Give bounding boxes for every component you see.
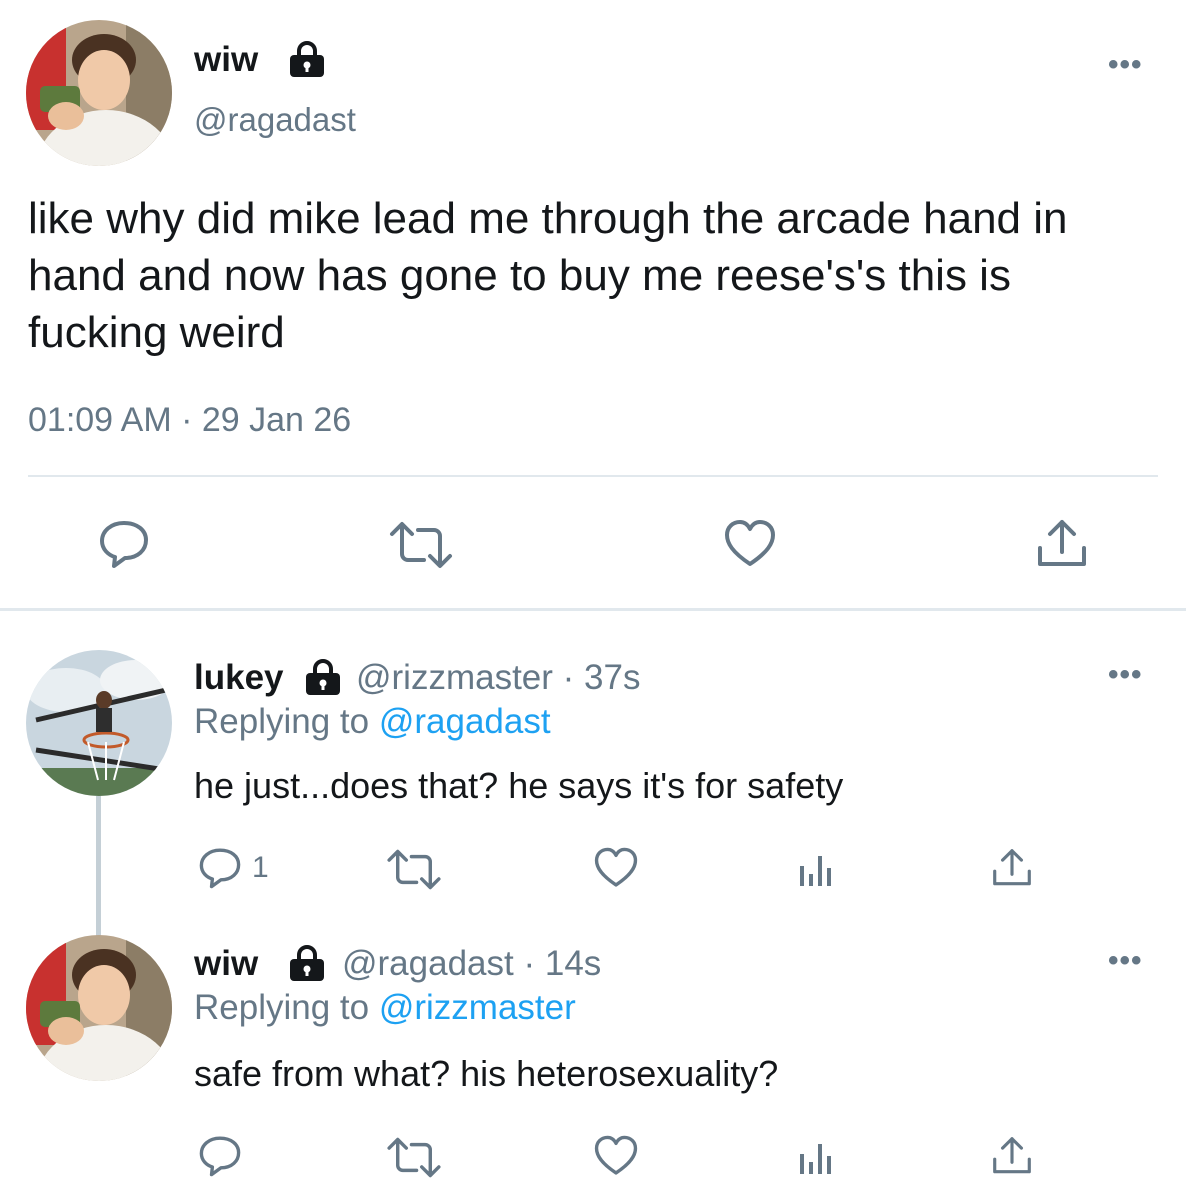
lock-icon [287,945,327,983]
time-ago[interactable]: · 14s [523,944,601,983]
reply-count: 1 [252,851,269,884]
reply-icon[interactable] [196,1134,244,1178]
lock-icon [303,659,343,697]
time-ago[interactable]: · 37s [563,658,641,697]
timestamp[interactable]: 01:09 AM · 29 Jan 26 [28,398,351,442]
display-name[interactable]: wiw [194,38,258,82]
display-name[interactable]: lukey [194,656,284,700]
share-icon[interactable] [990,1134,1034,1178]
more-icon[interactable]: ••• [1108,50,1143,80]
divider [28,475,1158,477]
avatar[interactable] [26,20,172,166]
replying-label: Replying to [194,988,370,1027]
like-icon[interactable] [722,518,778,570]
more-icon[interactable]: ••• [1108,946,1143,976]
handle[interactable]: @rizzmaster [356,658,553,697]
replying-to: Replying to @ragadast [194,700,551,744]
like-icon[interactable] [592,1134,640,1178]
avatar[interactable] [26,935,172,1081]
like-icon[interactable] [592,846,640,890]
retweet-icon[interactable] [386,520,456,570]
section-divider [0,608,1186,611]
handle[interactable]: @ragadast [342,944,514,983]
analytics-icon[interactable] [796,848,836,888]
reply-icon[interactable] [196,846,244,890]
avatar[interactable] [26,650,172,796]
thread-line [96,796,101,936]
display-name[interactable]: wiw [194,942,258,986]
handle-group: @ragadast · 14s [342,942,601,986]
share-icon[interactable] [1034,516,1090,572]
mention-link[interactable]: @rizzmaster [379,988,576,1027]
lock-icon [287,41,327,79]
tweet-text: like why did mike lead me through the ar… [28,194,1068,357]
analytics-icon[interactable] [796,1136,836,1176]
reply-icon[interactable] [96,518,152,570]
mention-link[interactable]: @ragadast [379,702,551,741]
reply-text: he just...does that? he says it's for sa… [194,765,844,806]
reply-text: safe from what? his heterosexuality? [194,1053,779,1094]
handle[interactable]: @ragadast [194,100,356,140]
handle-group: @rizzmaster · 37s [356,656,640,700]
replying-label: Replying to [194,702,370,741]
replying-to: Replying to @rizzmaster [194,986,576,1030]
more-icon[interactable]: ••• [1108,660,1143,690]
retweet-icon[interactable] [384,848,444,891]
retweet-icon[interactable] [384,1136,444,1179]
share-icon[interactable] [990,846,1034,890]
